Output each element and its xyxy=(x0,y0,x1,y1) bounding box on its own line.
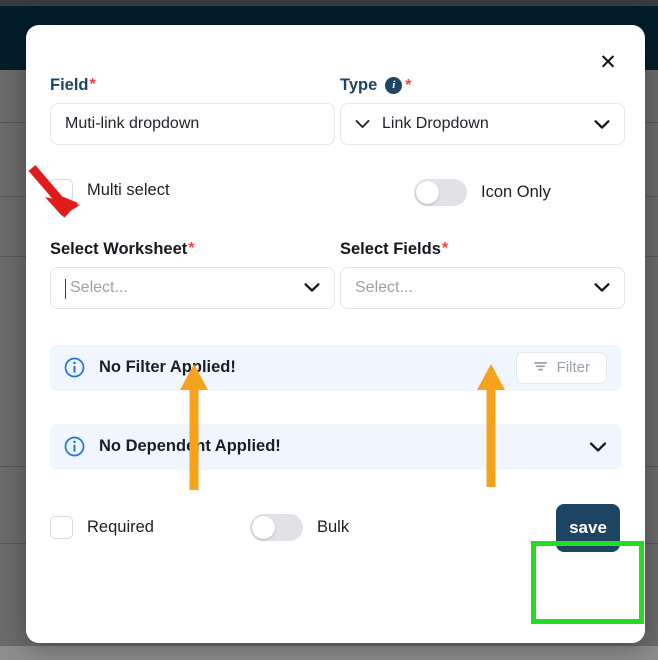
chevron-down-icon xyxy=(594,119,610,130)
select-worksheet-placeholder: Select... xyxy=(70,278,128,296)
field-label: Field * xyxy=(50,77,335,94)
save-button[interactable]: save xyxy=(556,503,620,552)
filter-banner: No Filter Applied! Filter xyxy=(50,344,621,391)
multi-select-label: Multi select xyxy=(87,181,170,199)
type-label: Type i * xyxy=(340,77,625,94)
info-icon[interactable]: i xyxy=(385,77,403,94)
select-worksheet-dropdown[interactable]: Select... xyxy=(50,266,335,309)
select-fields-group: Select Fields * Select... xyxy=(340,241,625,309)
chevron-down-icon xyxy=(594,282,610,293)
chevron-down-icon[interactable] xyxy=(589,441,607,453)
multi-select-row: Multi select xyxy=(50,179,335,202)
required-asterisk: * xyxy=(188,240,195,258)
required-row: Required xyxy=(50,516,154,539)
filter-banner-text: No Filter Applied! xyxy=(99,358,236,376)
type-label-text: Type xyxy=(340,76,378,95)
icon-only-row: Icon Only xyxy=(414,179,625,206)
required-asterisk: * xyxy=(405,76,412,94)
required-checkbox[interactable] xyxy=(50,516,73,539)
select-worksheet-group: Select Worksheet * Select... xyxy=(50,241,335,309)
info-circle-icon xyxy=(64,357,85,378)
select-fields-label-text: Select Fields xyxy=(340,240,441,258)
type-group: Type i * Link Dropdown xyxy=(340,77,625,145)
field-name-input[interactable] xyxy=(50,102,335,145)
required-asterisk: * xyxy=(89,76,96,94)
multi-select-group: Multi select xyxy=(50,179,335,206)
required-label: Required xyxy=(87,518,154,536)
type-dropdown-value: Link Dropdown xyxy=(382,115,489,132)
select-worksheet-label-text: Select Worksheet xyxy=(50,240,188,258)
icon-only-label: Icon Only xyxy=(481,183,551,201)
filter-icon xyxy=(533,359,548,376)
filter-button-label: Filter xyxy=(556,359,590,376)
row-worksheet-fields: Select Worksheet * Select... Select Fiel… xyxy=(50,241,625,309)
bulk-label: Bulk xyxy=(316,518,350,536)
row-multiselect-icononly: Multi select Icon Only xyxy=(50,179,621,206)
filter-button[interactable]: Filter xyxy=(515,351,607,384)
type-dropdown[interactable]: Link Dropdown xyxy=(340,103,625,145)
dependent-banner[interactable]: No Dependent Applied! xyxy=(50,423,621,470)
row-field-type: Field * Type i * Link Dro xyxy=(50,77,625,145)
screen-root: ✕ Field * Type i * xyxy=(0,0,658,660)
icon-only-group: Icon Only xyxy=(340,179,625,206)
modal-footer: Required Bulk save xyxy=(50,503,621,552)
modal-body: Field * Type i * Link Dro xyxy=(50,77,625,643)
bulk-toggle[interactable] xyxy=(249,514,303,541)
background-bottom-strip xyxy=(0,646,658,660)
chevron-down-icon xyxy=(304,282,320,293)
text-cursor xyxy=(65,278,66,299)
select-worksheet-label: Select Worksheet * xyxy=(50,241,335,258)
select-fields-placeholder: Select... xyxy=(355,278,413,296)
close-icon[interactable]: ✕ xyxy=(595,49,621,75)
select-fields-label: Select Fields * xyxy=(340,241,625,258)
required-asterisk: * xyxy=(441,240,449,258)
field-settings-modal: ✕ Field * Type i * xyxy=(26,25,645,643)
select-fields-dropdown[interactable]: Select... xyxy=(340,266,625,309)
info-circle-icon xyxy=(64,436,85,457)
toggle-knob xyxy=(416,181,439,204)
dependent-banner-text: No Dependent Applied! xyxy=(99,437,281,455)
field-label-text: Field xyxy=(50,76,89,94)
chevron-down-icon xyxy=(355,119,370,129)
field-group: Field * xyxy=(50,77,335,145)
toggle-knob xyxy=(251,516,275,539)
icon-only-toggle[interactable] xyxy=(414,179,467,206)
bulk-row: Bulk xyxy=(249,514,350,541)
multi-select-checkbox[interactable] xyxy=(50,179,73,202)
